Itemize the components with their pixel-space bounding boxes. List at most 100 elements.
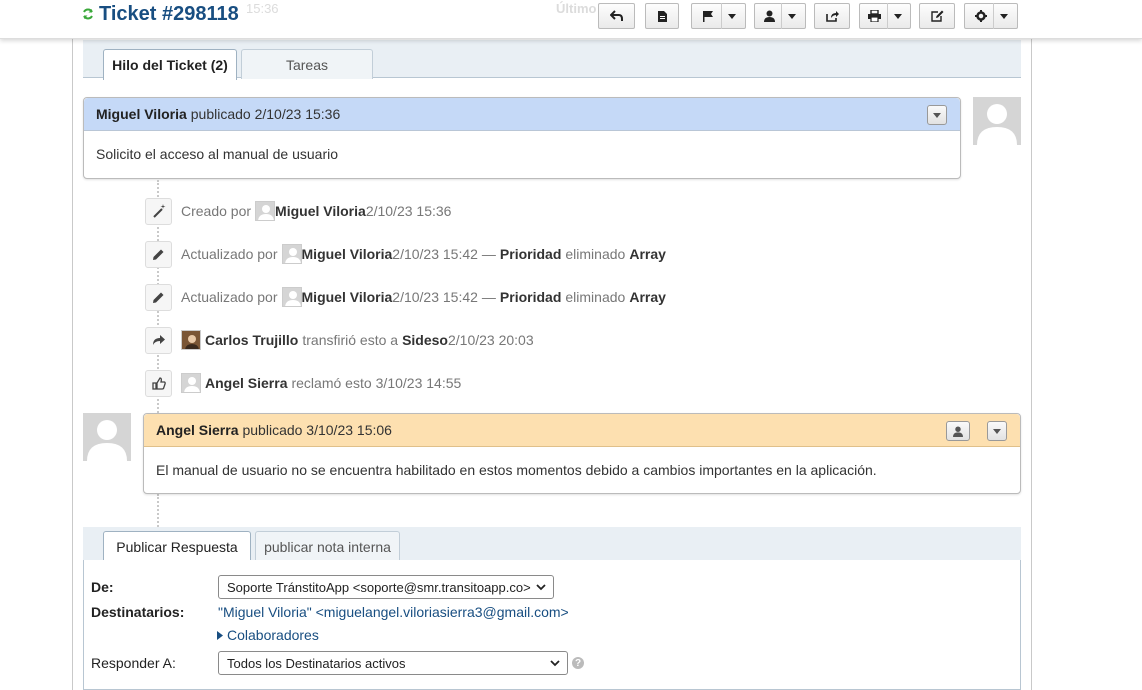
user-avatar: [255, 201, 276, 221]
reply-tabs: Publicar Respuesta publicar nota interna: [83, 527, 1021, 562]
thread-event: Actualizado por Miguel Viloria 2/10/23 1…: [145, 240, 666, 268]
collaborators-toggle[interactable]: Colaboradores: [217, 627, 319, 643]
refresh-icon[interactable]: [82, 7, 94, 23]
thread-tabs: Hilo del Ticket (2) Tareas: [83, 40, 1021, 80]
avatar: [973, 97, 1021, 145]
tab-internal-note[interactable]: publicar nota interna: [255, 531, 400, 561]
share-arrow-icon: [145, 326, 172, 354]
chevron-down-icon: [933, 112, 941, 118]
user-avatar: [181, 373, 201, 393]
entry-author: Angel Sierra: [156, 422, 239, 438]
pencil-icon: [145, 283, 172, 311]
event-verb: Creado por: [181, 203, 252, 219]
thread-entry-response: Angel Sierra publicado 3/10/23 15:06 El …: [143, 413, 1021, 494]
chevron-down-icon: [999, 13, 1008, 19]
reply-icon: [609, 10, 623, 21]
chevron-down-icon: [536, 584, 546, 591]
event-value: Array: [629, 289, 666, 305]
entry-user-button[interactable]: [946, 421, 970, 441]
avatar: [83, 413, 131, 461]
assign-dropdown-button[interactable]: [754, 3, 806, 29]
user-icon: [764, 10, 775, 22]
entry-meta: publicado 2/10/23 15:36: [190, 106, 341, 122]
flag-dropdown-button[interactable]: [691, 3, 746, 29]
event-value: Array: [629, 246, 666, 262]
gear-icon: [974, 10, 987, 22]
chevron-down-icon: [993, 428, 1001, 434]
event-verb: Actualizado por: [181, 289, 278, 305]
edit-button[interactable]: [919, 3, 955, 29]
reply-to-label: Responder A:: [91, 655, 176, 671]
event-time: 2/10/23 20:03: [447, 332, 534, 348]
tab-ticket-thread[interactable]: Hilo del Ticket (2): [103, 49, 237, 80]
chevron-down-icon: [788, 13, 796, 19]
event-target: Sideso: [402, 332, 448, 348]
recipients-label: Destinatarios:: [91, 604, 185, 620]
event-verb: reclamó esto: [291, 375, 372, 391]
ghost-time: 15:36: [246, 1, 279, 16]
event-time: 2/10/23 15:42: [392, 246, 478, 262]
from-select[interactable]: Soporte TránstitoApp <soporte@smr.transi…: [218, 575, 554, 599]
thread-event: Creado por Miguel Viloria 2/10/23 15:36: [145, 197, 451, 225]
tab-tasks[interactable]: Tareas: [241, 49, 373, 79]
event-user: Miguel Viloria: [301, 289, 393, 305]
event-user: Miguel Viloria: [301, 246, 393, 262]
entry-body: Solicito el acceso al manual de usuario: [96, 146, 339, 162]
event-time: 2/10/23 15:36: [365, 203, 452, 219]
flag-icon: [702, 11, 713, 22]
chevron-down-icon: [894, 13, 902, 19]
print-dropdown-button[interactable]: [859, 3, 911, 29]
ticket-number[interactable]: Ticket #298118: [99, 3, 239, 26]
event-field: Prioridad: [499, 289, 562, 305]
from-select-value: Soporte TránstitoApp <soporte@smr.transi…: [227, 579, 531, 595]
thread-entry-message: Miguel Viloria publicado 2/10/23 15:36 S…: [83, 97, 961, 179]
reply-button[interactable]: [598, 3, 635, 29]
chevron-down-icon: [550, 660, 560, 667]
timeline-connector: [157, 494, 159, 527]
event-dash: —: [481, 246, 496, 262]
entry-header: Angel Sierra publicado 3/10/23 15:06: [144, 414, 1020, 447]
from-label: De:: [91, 579, 114, 595]
entry-author: Miguel Viloria: [96, 106, 187, 122]
entry-header: Miguel Viloria publicado 2/10/23 15:36: [84, 98, 960, 131]
event-user: Angel Sierra: [205, 375, 288, 391]
printer-icon: [868, 10, 881, 22]
event-user: Carlos Trujillo: [205, 332, 299, 348]
recipients-value[interactable]: "Miguel Viloria" <miguelangel.viloriasie…: [218, 604, 569, 620]
ghost-label: Último: [556, 1, 597, 16]
entry-body: El manual de usuario no se encuentra hab…: [156, 462, 877, 478]
help-icon[interactable]: ?: [572, 657, 584, 669]
magic-wand-icon: [145, 197, 172, 225]
document-icon: [657, 10, 667, 22]
event-action: eliminado: [565, 289, 626, 305]
user-avatar: [281, 244, 302, 264]
share-icon: [825, 11, 839, 22]
edit-icon: [930, 10, 943, 22]
event-field: Prioridad: [499, 246, 562, 262]
settings-dropdown-button[interactable]: [964, 3, 1018, 29]
thread-event: Carlos Trujillo transfirió esto a Sideso…: [145, 326, 534, 354]
event-verb: Actualizado por: [181, 246, 278, 262]
entry-options-button[interactable]: [927, 105, 947, 125]
reply-to-select-value: Todos los Destinatarios activos: [227, 655, 406, 671]
event-action: eliminado: [565, 246, 626, 262]
thumbs-up-icon: [145, 369, 172, 397]
entry-options-button[interactable]: [987, 421, 1007, 441]
caret-right-icon: [217, 630, 223, 640]
event-verb: transfirió esto a: [302, 332, 399, 348]
transfer-button[interactable]: [814, 3, 850, 29]
event-time: 2/10/23 15:42: [392, 289, 478, 305]
thread-event: Actualizado por Miguel Viloria 2/10/23 1…: [145, 283, 666, 311]
ticket-title[interactable]: Ticket #298118: [82, 3, 239, 26]
ticket-toolbar: 15:36 Último Ticket #298118: [0, 0, 1142, 39]
entry-meta: publicado 3/10/23 15:06: [242, 422, 392, 438]
collaborators-label[interactable]: Colaboradores: [227, 627, 319, 643]
event-time: 3/10/23 14:55: [375, 375, 462, 391]
pencil-icon: [145, 240, 172, 268]
user-avatar: [281, 287, 302, 307]
tab-post-reply[interactable]: Publicar Respuesta: [103, 531, 251, 562]
user-avatar-photo: [181, 330, 201, 350]
reply-to-select[interactable]: Todos los Destinatarios activos: [218, 651, 568, 675]
event-user: Miguel Viloria: [275, 203, 366, 219]
note-button[interactable]: [645, 3, 679, 29]
